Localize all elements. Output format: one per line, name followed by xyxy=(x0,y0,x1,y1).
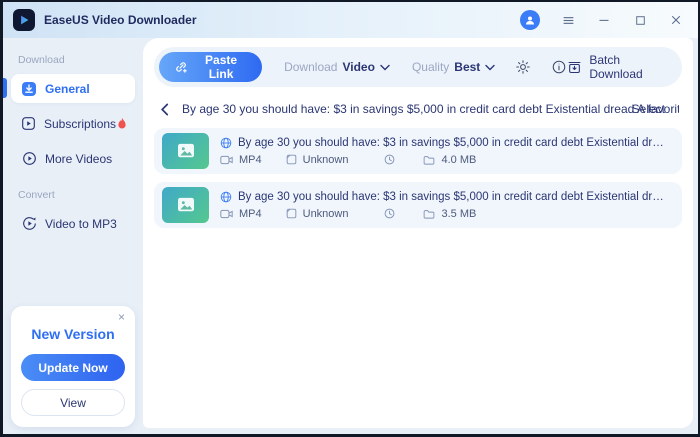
video-row[interactable]: By age 30 you should have: $3 in savings… xyxy=(154,182,682,228)
page-title: By age 30 you should have: $3 in savings… xyxy=(182,102,679,116)
resolution-value: Unknown xyxy=(303,208,349,220)
globe-icon xyxy=(220,137,232,149)
new-version-title: New Version xyxy=(21,326,125,342)
view-button[interactable]: View xyxy=(21,389,125,416)
duration-group xyxy=(384,154,395,165)
user-avatar[interactable] xyxy=(520,10,540,30)
batch-download-icon xyxy=(567,60,582,75)
video-row[interactable]: By age 30 you should have: $3 in savings… xyxy=(154,128,682,174)
size-value: 3.5 MB xyxy=(441,208,476,220)
size-group: 3.5 MB xyxy=(423,208,476,220)
quality-label: Quality xyxy=(412,60,449,74)
menu-icon[interactable] xyxy=(560,12,576,28)
quality-dropdown[interactable]: Quality Best xyxy=(412,60,495,74)
app-logo-icon xyxy=(13,9,35,31)
download-icon xyxy=(21,81,37,97)
settings-gear-icon[interactable] xyxy=(515,59,531,75)
chevron-down-icon xyxy=(380,64,390,71)
link-plus-icon xyxy=(174,60,188,74)
back-chevron-icon[interactable] xyxy=(160,103,169,116)
subscriptions-icon xyxy=(21,116,36,132)
globe-icon xyxy=(220,191,232,203)
sidebar-item-label: Subscriptions xyxy=(44,117,116,131)
more-videos-icon xyxy=(21,151,37,167)
titlebar: EaseUS Video Downloader xyxy=(3,2,698,38)
batch-download-label: Batch Download xyxy=(589,53,666,81)
sidebar: Download General xyxy=(3,38,143,434)
sidebar-item-label: Video to MP3 xyxy=(45,217,117,231)
resolution-value: Unknown xyxy=(303,154,349,166)
sidebar-item-video-to-mp3[interactable]: Video to MP3 xyxy=(11,209,135,238)
paste-link-button[interactable]: Paste Link xyxy=(159,52,262,82)
sidebar-item-general[interactable]: General xyxy=(11,74,135,103)
sidebar-item-label: More Videos xyxy=(45,152,112,166)
format-group: MP4 xyxy=(220,154,262,166)
toolbar: Paste Link Download Video Quality Best xyxy=(154,47,682,87)
active-indicator xyxy=(3,78,7,98)
sidebar-item-label: General xyxy=(45,82,90,96)
video-title: By age 30 you should have: $3 in savings… xyxy=(238,137,670,149)
chevron-down-icon xyxy=(485,64,495,71)
breadcrumb: By age 30 you should have: $3 in savings… xyxy=(160,100,679,118)
resolution-group: Unknown xyxy=(286,154,349,166)
card-close-icon[interactable]: × xyxy=(118,311,125,323)
download-value: Video xyxy=(342,60,374,74)
video-thumbnail xyxy=(162,133,209,169)
format-value: MP4 xyxy=(239,154,262,166)
download-type-dropdown[interactable]: Download Video xyxy=(284,60,390,74)
app-title: EaseUS Video Downloader xyxy=(44,13,197,27)
app-window: EaseUS Video Downloader xyxy=(0,0,700,437)
format-group: MP4 xyxy=(220,208,262,220)
sidebar-item-more-videos[interactable]: More Videos xyxy=(11,144,135,173)
minimize-button[interactable] xyxy=(596,12,612,28)
select-label[interactable]: Select xyxy=(632,102,665,116)
size-value: 4.0 MB xyxy=(441,154,476,166)
duration-group xyxy=(384,208,395,219)
video-to-mp3-icon xyxy=(21,216,37,232)
resolution-group: Unknown xyxy=(286,208,349,220)
update-now-button[interactable]: Update Now xyxy=(21,354,125,381)
video-thumbnail xyxy=(162,187,209,223)
main-area: Paste Link Download Video Quality Best xyxy=(143,38,698,434)
video-title: By age 30 you should have: $3 in savings… xyxy=(238,191,670,203)
info-icon[interactable] xyxy=(551,59,567,75)
new-version-card: × New Version Update Now View xyxy=(11,306,135,427)
section-label-convert: Convert xyxy=(18,189,143,201)
section-label-download: Download xyxy=(18,54,143,66)
video-list: By age 30 you should have: $3 in savings… xyxy=(154,128,682,228)
format-value: MP4 xyxy=(239,208,262,220)
maximize-button[interactable] xyxy=(632,12,648,28)
batch-download-button[interactable]: Batch Download xyxy=(567,53,666,81)
download-label: Download xyxy=(284,60,337,74)
flame-icon xyxy=(116,117,128,130)
close-button[interactable] xyxy=(668,12,684,28)
paste-link-label: Paste Link xyxy=(195,53,247,81)
sidebar-item-subscriptions[interactable]: Subscriptions xyxy=(11,109,135,138)
quality-value: Best xyxy=(454,60,480,74)
size-group: 4.0 MB xyxy=(423,154,476,166)
